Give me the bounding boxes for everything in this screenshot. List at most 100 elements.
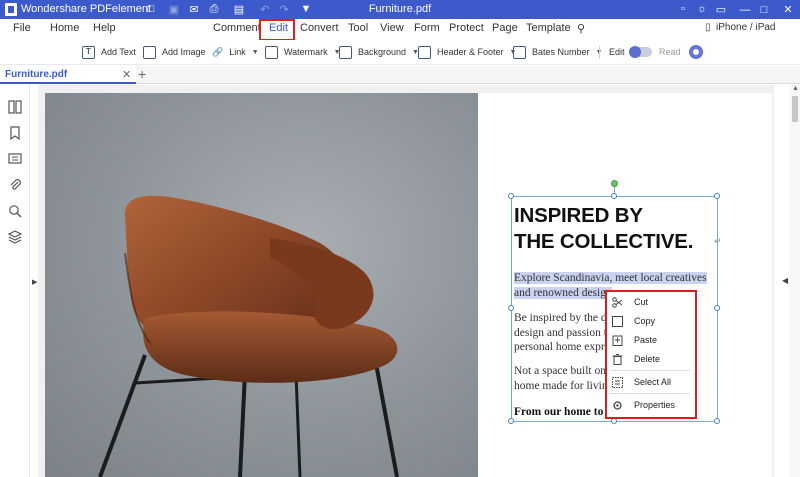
vertical-scrollbar[interactable]: ▲ [790, 85, 800, 477]
delete-icon [612, 354, 623, 365]
watermark-label: Watermark [284, 47, 328, 57]
link-button[interactable]: 🔗 Link ▼ [212, 44, 259, 60]
read-mode-label: Read [659, 47, 681, 57]
menu-form[interactable]: Form [414, 22, 440, 34]
scroll-up-icon[interactable]: ▲ [792, 85, 799, 92]
theme-sun-icon[interactable]: ☼ [694, 1, 710, 17]
thumbnails-icon[interactable] [8, 100, 22, 114]
link-label: Link [229, 47, 246, 57]
properties-icon [613, 401, 622, 410]
context-menu-cut[interactable]: Cut [607, 294, 695, 311]
customize-dropdown-icon[interactable]: ▼ [298, 1, 314, 17]
attachment-icon[interactable] [8, 178, 22, 192]
menu-page[interactable]: Page [492, 22, 518, 34]
rotate-handle[interactable] [611, 180, 618, 187]
context-menu-select-all[interactable]: Select All [607, 374, 695, 391]
image-icon [143, 45, 156, 59]
paragraph-2[interactable]: Be inspired by the de design and passion… [514, 311, 612, 355]
open-folder-icon[interactable]: □ [143, 1, 159, 17]
background-label: Background [358, 47, 407, 57]
new-tab-icon[interactable]: + [138, 66, 146, 82]
headline-line-2: THE COLLECTIVE. [514, 230, 694, 253]
edit-menu-highlight [259, 19, 295, 41]
link-icon: 🔗 [212, 46, 224, 57]
redo-icon[interactable]: ↷ [276, 1, 292, 17]
selected-text-line-1: Explore Scandinavia, meet local creative… [514, 272, 707, 284]
menu-convert[interactable]: Convert [300, 22, 339, 34]
add-text-button[interactable]: T Add Text [82, 44, 136, 60]
left-sidebar [0, 85, 30, 477]
tab-furniture[interactable]: Furniture.pdf ✕ [0, 66, 136, 84]
undo-icon[interactable]: ↶ [257, 1, 273, 17]
bates-number-label: Bates Number [532, 47, 590, 57]
context-menu-label: Copy [634, 316, 656, 326]
context-menu-divider [610, 370, 690, 371]
menu-protect[interactable]: Protect [449, 22, 484, 34]
app-logo-icon [5, 3, 17, 16]
select-all-icon [612, 377, 623, 388]
watermark-button[interactable]: Watermark ▼ [265, 44, 341, 60]
context-menu-delete[interactable]: Delete [607, 351, 695, 368]
resize-handle-bottom-right[interactable] [714, 418, 720, 424]
page-icon[interactable]: ▤ [231, 1, 247, 17]
ocr-settings-icon[interactable] [689, 45, 703, 59]
context-menu-properties[interactable]: Properties [607, 397, 695, 414]
tab-label: Furniture.pdf [5, 69, 68, 80]
menu-bar: File Home Help Comment Edit Convert Tool… [0, 19, 800, 40]
resize-handle-right[interactable] [714, 305, 720, 311]
headline[interactable]: INSPIRED BY THE COLLECTIVE. [514, 203, 693, 255]
watermark-icon [265, 45, 278, 59]
cut-icon [612, 297, 623, 308]
bates-number-icon [513, 45, 526, 59]
menu-view[interactable]: View [380, 22, 404, 34]
background-button[interactable]: Background ▼ [339, 44, 419, 60]
tab-bar: Furniture.pdf ✕ + [0, 66, 800, 84]
bates-number-button[interactable]: Bates Number ▼ [513, 44, 602, 60]
menu-file[interactable]: File [13, 22, 31, 34]
close-icon[interactable]: ✕ [777, 0, 799, 19]
bookmark-icon[interactable] [8, 126, 22, 140]
add-image-button[interactable]: Add Image [143, 44, 206, 60]
chevron-down-icon: ▼ [251, 48, 259, 56]
menu-help[interactable]: Help [93, 22, 116, 34]
paragraph-2-line-2: design and passion t [514, 326, 607, 339]
layers-icon[interactable] [8, 230, 22, 244]
collapse-right-icon[interactable]: ◀ [782, 276, 788, 285]
screen-icon[interactable]: ▫ [675, 1, 691, 17]
context-menu-copy[interactable]: Copy [607, 313, 695, 330]
save-icon[interactable]: ▣ [166, 1, 182, 17]
resize-handle-top[interactable] [611, 193, 617, 199]
title-bar: Wondershare PDFelement □ ▣ ✉ ⎙ ▤ ↶ ↷ ▼ F… [0, 0, 800, 19]
menu-comment[interactable]: Comment [213, 22, 261, 34]
chair-photo[interactable] [45, 93, 478, 477]
collapse-left-icon[interactable]: ▶ [32, 278, 37, 286]
paragraph-4[interactable]: From our home to yo [514, 405, 618, 420]
menu-tool[interactable]: Tool [348, 22, 368, 34]
menu-template[interactable]: Template [526, 22, 571, 34]
paragraph-3-line-1: Not a space built on [514, 365, 606, 377]
menu-home[interactable]: Home [50, 22, 79, 34]
header-footer-button[interactable]: Header & Footer ▼ [418, 44, 516, 60]
tab-close-icon[interactable]: ✕ [122, 68, 131, 81]
mail-icon[interactable]: ✉ [186, 1, 202, 17]
context-menu-divider [610, 393, 690, 394]
resize-handle-top-right[interactable] [714, 193, 720, 199]
paragraph-2-line-3: personal home expre [514, 341, 610, 353]
paragraph-mark: ↵ [714, 236, 722, 246]
comment-icon[interactable] [8, 152, 22, 166]
context-menu-paste[interactable]: Paste [607, 332, 695, 349]
search-icon[interactable] [8, 204, 22, 218]
ribbon-toggle-icon[interactable]: ▭ [710, 0, 732, 19]
copy-icon [612, 316, 623, 327]
paragraph-3[interactable]: Not a space built on home made for livin… [514, 364, 613, 393]
header-footer-icon [418, 45, 431, 59]
edit-read-toggle[interactable] [629, 46, 652, 58]
scrollbar-thumb[interactable] [792, 96, 798, 122]
device-link[interactable]: iPhone / iPad [716, 22, 776, 33]
add-text-label: Add Text [101, 47, 136, 57]
resize-handle-top-left[interactable] [508, 193, 514, 199]
print-icon[interactable]: ⎙ [206, 1, 222, 17]
maximize-icon[interactable]: □ [753, 0, 775, 19]
chair-illustration [98, 195, 399, 477]
search-icon[interactable]: ⚲ [577, 22, 585, 35]
